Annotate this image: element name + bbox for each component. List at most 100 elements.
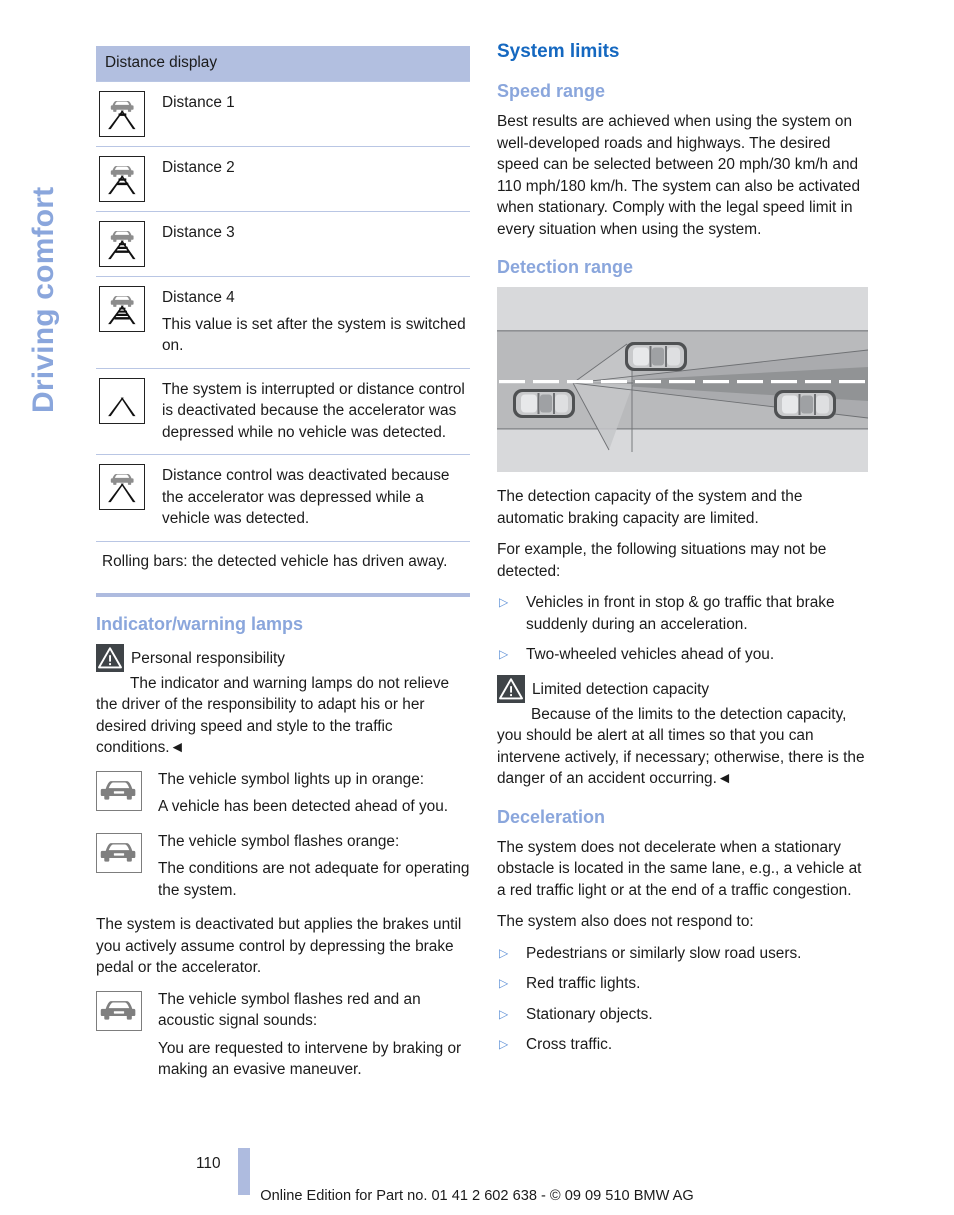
warning-title-text: Personal responsibility bbox=[131, 649, 285, 667]
heading-indicator-warning-lamps: Indicator/warning lamps bbox=[96, 613, 304, 634]
deceleration-paragraph-2: The system also does not respond to: bbox=[497, 913, 754, 930]
list-item-text: Two-wheeled vehicles ahead of you. bbox=[526, 646, 775, 663]
table-row: Distance 3 bbox=[96, 211, 470, 276]
speed-range-paragraph: Best results are achieved when using the… bbox=[497, 113, 861, 238]
table-cell-icon bbox=[96, 91, 162, 137]
manual-page: Driving comfort Distance display Distanc… bbox=[0, 0, 954, 1215]
table-cell-icon bbox=[96, 156, 162, 202]
warning-triangle-icon bbox=[497, 674, 525, 703]
lamp-block: The vehicle symbol lights up in orange: … bbox=[96, 769, 470, 818]
row-line: Distance 4 bbox=[162, 289, 235, 306]
lamp-text-cell: The vehicle symbol flashes orange: The c… bbox=[158, 831, 470, 902]
lamp-icon-cell bbox=[96, 769, 158, 811]
vehicle-symbol-orange-icon bbox=[96, 770, 142, 811]
list-item-text: Stationary objects. bbox=[526, 1005, 653, 1023]
chapter-side-tab: Driving comfort bbox=[0, 0, 96, 700]
distance-2-icon bbox=[99, 156, 145, 202]
ego-car bbox=[513, 389, 575, 418]
row-line: Distance 3 bbox=[162, 224, 235, 241]
row-line: Distance 1 bbox=[162, 94, 235, 111]
detection-capacity-paragraph: The detection capacity of the system and… bbox=[497, 488, 803, 527]
table-note-text: Rolling bars: the detected vehicle has d… bbox=[102, 552, 448, 570]
footer-imprint: Online Edition for Part no. 01 41 2 602 … bbox=[260, 1188, 694, 1204]
table-row: Distance 1 bbox=[96, 81, 470, 146]
lamp-icon-cell bbox=[96, 831, 158, 873]
heading-speed-range: Speed range bbox=[497, 81, 606, 101]
bullet-triangle-icon: ▷ bbox=[499, 1006, 509, 1021]
table-cell-text: Distance 4 This value is set after the s… bbox=[162, 286, 470, 359]
lead-car bbox=[774, 390, 836, 419]
distance-4-icon bbox=[99, 286, 145, 332]
bullet-triangle-icon: ▷ bbox=[499, 1037, 509, 1051]
row-line: Distance control was deactivated because… bbox=[162, 467, 450, 527]
lamp-line: The vehicle symbol flashes red and an ac… bbox=[158, 990, 421, 1030]
detection-examples-lead: For example, the following situations ma… bbox=[497, 541, 827, 580]
table-row: Distance 4 This value is set after the s… bbox=[96, 276, 470, 368]
bullet-triangle-icon: ▷ bbox=[499, 595, 509, 609]
warning-body-text: The indicator and warning lamps do not r… bbox=[96, 674, 450, 757]
list-item: ▷ Two-wheeled vehicles ahead of you. bbox=[497, 644, 869, 666]
deceleration-paragraph-1: The system does not decelerate when a st… bbox=[497, 838, 862, 899]
heading-detection-range: Detection range bbox=[497, 257, 634, 277]
list-item: ▷ Red traffic lights. bbox=[497, 973, 869, 995]
detection-bullet-list: ▷ Vehicles in front in stop & go traffic… bbox=[497, 592, 869, 666]
warning-body-text: Because of the limits to the detection c… bbox=[497, 705, 865, 788]
lamp-line: A vehicle has been detected ahead of you… bbox=[158, 798, 449, 815]
warning-title-text: Limited detection capacity bbox=[532, 680, 710, 698]
table-cell-text: Distance 2 bbox=[162, 156, 470, 181]
heading-deceleration: Deceleration bbox=[497, 806, 606, 827]
table-row: The system is interrupted or distance co… bbox=[96, 367, 470, 455]
table-header-cell: Distance display bbox=[96, 46, 470, 81]
detection-range-diagram bbox=[497, 287, 868, 472]
lamp-line: The vehicle symbol lights up in orange: bbox=[158, 770, 425, 788]
no-vehicle-detected-icon bbox=[99, 377, 145, 424]
table-cell-icon bbox=[96, 286, 162, 332]
table-cell-text: Distance control was deactivated because… bbox=[162, 464, 470, 532]
table-cell-icon bbox=[96, 221, 162, 267]
right-column: System limits Speed range Best results a… bbox=[497, 40, 869, 1065]
list-item-text: Pedestrians or similarly slow road users… bbox=[526, 944, 802, 962]
distance-3-icon bbox=[99, 221, 145, 267]
row-line: The system is interrupted or distance co… bbox=[162, 380, 465, 441]
table-note-row: Rolling bars: the detected vehicle has d… bbox=[96, 540, 470, 593]
bullet-triangle-icon: ▷ bbox=[499, 945, 509, 960]
warning-end-mark: ◄ bbox=[716, 770, 733, 787]
left-column: Distance display Distance 1 Distance 2 D… bbox=[96, 46, 470, 1094]
warning-limited-detection-capacity: Limited detection capacity Because of th… bbox=[497, 674, 869, 790]
lamp-text-cell: The vehicle symbol flashes red and an ac… bbox=[158, 989, 470, 1081]
vehicle-detected-deactivated-icon bbox=[99, 464, 145, 510]
table-row: Distance 2 bbox=[96, 146, 470, 211]
page-number: 110 bbox=[196, 1155, 221, 1172]
warning-title-line: Limited detection capacity bbox=[497, 674, 869, 703]
list-item: ▷ Cross traffic. bbox=[497, 1034, 869, 1056]
heading-system-limits: System limits bbox=[497, 41, 620, 62]
table-cell-icon bbox=[96, 377, 162, 424]
table-row: Distance control was deactivated because… bbox=[96, 454, 470, 541]
warning-triangle-icon bbox=[96, 643, 124, 672]
distance-display-table: Distance display Distance 1 Distance 2 D… bbox=[96, 46, 470, 597]
distance-1-icon bbox=[99, 91, 145, 137]
deactivated-brakes-paragraph: The system is deactivated but applies th… bbox=[96, 916, 462, 976]
bullet-triangle-icon: ▷ bbox=[499, 976, 509, 990]
lamp-block: The vehicle symbol flashes orange: The c… bbox=[96, 831, 470, 902]
warning-end-mark: ◄ bbox=[169, 739, 185, 756]
lamp-line: The conditions are not adequate for oper… bbox=[158, 860, 470, 899]
vehicle-symbol-flashing-orange-icon bbox=[96, 832, 142, 873]
warning-personal-responsibility: Personal responsibility The indicator an… bbox=[96, 643, 470, 759]
list-item-text: Vehicles in front in stop & go traffic t… bbox=[526, 594, 835, 633]
list-item: ▷ Vehicles in front in stop & go traffic… bbox=[497, 592, 869, 635]
list-item: ▷ Stationary objects. bbox=[497, 1004, 869, 1026]
table-cell-text: Distance 3 bbox=[162, 221, 470, 246]
table-cell-text: Distance 1 bbox=[162, 91, 470, 116]
list-item-text: Red traffic lights. bbox=[526, 975, 641, 992]
list-item-text: Cross traffic. bbox=[526, 1036, 613, 1053]
deceleration-bullet-list: ▷ Pedestrians or similarly slow road use… bbox=[497, 943, 869, 1056]
lamp-line: The vehicle symbol flashes orange: bbox=[158, 832, 400, 850]
chapter-side-tab-label: Driving comfort bbox=[27, 186, 60, 413]
row-line: Distance 2 bbox=[162, 159, 235, 176]
table-cell-text: The system is interrupted or distance co… bbox=[162, 378, 470, 446]
lamp-text-cell: The vehicle symbol lights up in orange: … bbox=[158, 769, 470, 818]
vehicle-symbol-flashing-red-icon bbox=[96, 990, 142, 1031]
bullet-triangle-icon: ▷ bbox=[499, 647, 509, 661]
lamp-icon-cell bbox=[96, 989, 158, 1031]
